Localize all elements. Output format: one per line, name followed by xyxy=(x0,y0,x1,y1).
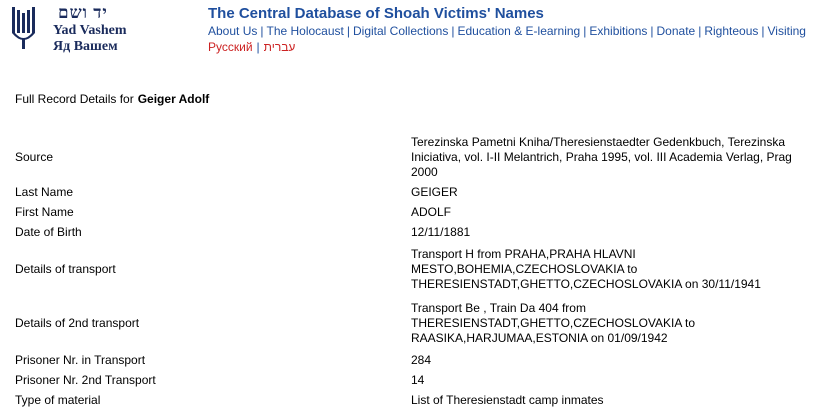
logo-hebrew-text: יד ושם xyxy=(58,3,108,22)
field-value: List of Theresienstadt camp inmates xyxy=(411,392,604,407)
record-heading-name: Geiger Adolf xyxy=(137,92,210,106)
nav-visiting[interactable]: Visiting xyxy=(768,24,806,38)
top-nav: About Us | The Holocaust | Digital Collectio… xyxy=(208,24,806,38)
field-label: First Name xyxy=(15,204,74,219)
lang-separator: | xyxy=(256,40,260,54)
field-value: Transport H from PRAHA,PRAHA HLAVNI MEST… xyxy=(411,246,761,291)
field-value: GEIGER xyxy=(411,184,458,199)
field-value: 12/11/1881 xyxy=(411,224,471,239)
record-heading: Full Record Details for Geiger Adolf xyxy=(15,92,209,106)
table-row: Details of transport Transport H from PR… xyxy=(15,242,815,296)
nav-separator: | xyxy=(698,24,702,38)
table-row: Details of 2nd transport Transport Be , … xyxy=(15,296,815,350)
field-label: Source xyxy=(15,150,54,164)
nav-separator: | xyxy=(650,24,654,38)
table-row: First Name ADOLF xyxy=(15,202,815,222)
field-value: Terezinska Pametni Kniha/Theresienstaedt… xyxy=(411,135,792,179)
field-value: 14 xyxy=(411,372,425,387)
lang-russian-link[interactable]: Русский xyxy=(208,40,253,54)
field-label: Date of Birth xyxy=(15,224,82,239)
table-row: Last Name GEIGER xyxy=(15,182,815,202)
table-row: Source Terezinska Pametni Kniha/Theresie… xyxy=(15,133,815,182)
field-label: Prisoner Nr. 2nd Transport xyxy=(15,372,156,387)
nav-donate[interactable]: Donate xyxy=(657,24,696,38)
language-links: Русский | עברית xyxy=(208,40,806,54)
field-value: 284 xyxy=(411,352,432,367)
yad-vashem-logo[interactable]: יד ושם Yad Vashem Яд Вашем xyxy=(8,3,188,59)
nav-separator: | xyxy=(346,24,350,38)
field-label: Details of 2nd transport xyxy=(15,315,140,330)
record-details-table: Source Terezinska Pametni Kniha/Theresie… xyxy=(15,133,815,410)
logo-russian-text: Яд Вашем xyxy=(53,39,118,54)
site-title[interactable]: The Central Database of Shoah Victims' N… xyxy=(208,5,806,22)
nav-the-holocaust[interactable]: The Holocaust xyxy=(266,24,343,38)
lang-hebrew-link[interactable]: עברית xyxy=(264,40,296,54)
record-heading-label: Full Record Details for xyxy=(15,92,134,106)
table-row: Type of material List of Theresienstadt … xyxy=(15,390,815,410)
nav-righteous[interactable]: Righteous xyxy=(704,24,758,38)
table-row: Date of Birth 12/11/1881 xyxy=(15,222,815,242)
field-label: Details of transport xyxy=(15,261,116,276)
field-label: Type of material xyxy=(15,392,101,407)
field-label: Last Name xyxy=(15,184,74,199)
nav-separator: | xyxy=(761,24,765,38)
field-label: Prisoner Nr. in Transport xyxy=(15,352,146,367)
table-row: Prisoner Nr. in Transport 284 xyxy=(15,350,815,370)
nav-education[interactable]: Education & E-learning xyxy=(457,24,580,38)
table-row: Prisoner Nr. 2nd Transport 14 xyxy=(15,370,815,390)
nav-separator: | xyxy=(583,24,587,38)
field-value: ADOLF xyxy=(411,204,452,219)
nav-digital-collections[interactable]: Digital Collections xyxy=(353,24,448,38)
menorah-icon xyxy=(12,7,35,49)
nav-exhibitions[interactable]: Exhibitions xyxy=(589,24,647,38)
nav-about-us[interactable]: About Us xyxy=(208,24,257,38)
field-value: Transport Be , Train Da 404 from THERESI… xyxy=(411,300,696,345)
site-header: The Central Database of Shoah Victims' N… xyxy=(208,5,806,54)
logo-english-text: Yad Vashem xyxy=(53,23,127,38)
